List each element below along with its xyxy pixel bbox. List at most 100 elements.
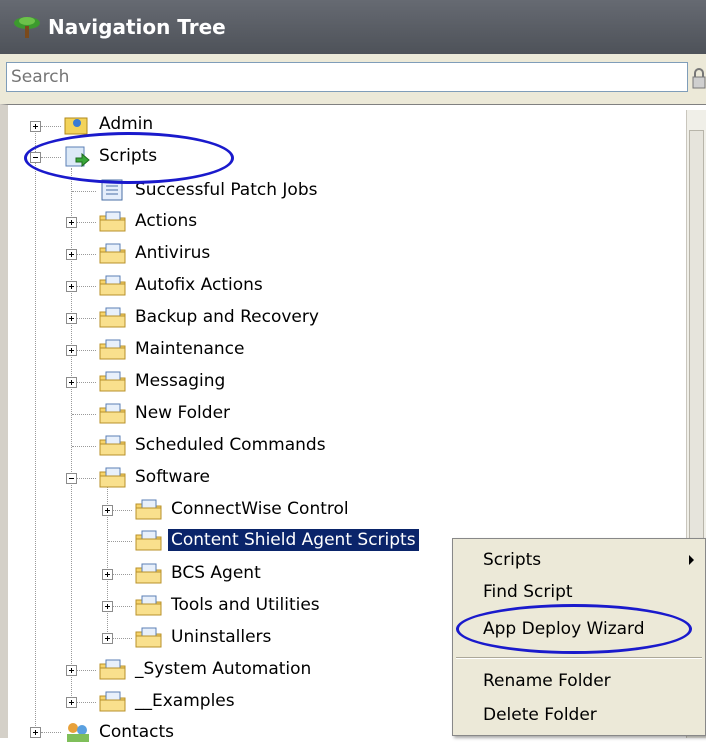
tree-line xyxy=(77,318,96,319)
tree-item-label: __Examples xyxy=(135,691,235,711)
tree-item-label: Maintenance xyxy=(135,339,245,359)
tree-item-successful-patch-jobs[interactable]: Successful Patch Jobs xyxy=(98,176,320,204)
expand-toggle[interactable] xyxy=(66,249,77,260)
tree-item-label: Backup and Recovery xyxy=(135,307,319,327)
folder-icon xyxy=(99,339,126,360)
tree-line xyxy=(108,541,132,542)
tree-line xyxy=(72,446,96,447)
tree-item-bcs-agent[interactable]: BCS Agent xyxy=(134,559,264,587)
folder-icon xyxy=(135,563,162,584)
tree-item-examples[interactable]: __Examples xyxy=(98,687,238,715)
tree-item-label: Admin xyxy=(99,114,154,134)
tree-item-label: Tools and Utilities xyxy=(171,595,320,615)
tree-icon xyxy=(14,17,40,38)
tree-item-system-automation[interactable]: _System Automation xyxy=(98,655,314,683)
tree-line xyxy=(77,702,96,703)
tree-item-actions[interactable]: Actions xyxy=(98,207,200,235)
expand-toggle[interactable] xyxy=(102,505,113,516)
collapse-toggle[interactable] xyxy=(66,473,77,484)
expand-toggle[interactable] xyxy=(66,345,77,356)
tree-line xyxy=(77,478,96,479)
tree-line xyxy=(113,638,132,639)
tree-item-label: Antivirus xyxy=(135,243,211,263)
tree-line xyxy=(35,126,36,738)
menu-item-find-script[interactable]: Find Script xyxy=(454,577,704,607)
expand-toggle[interactable] xyxy=(66,217,77,228)
tree-line xyxy=(113,606,132,607)
tree-item-label: Successful Patch Jobs xyxy=(135,180,318,200)
expand-toggle[interactable] xyxy=(102,601,113,612)
menu-item-rename-folder[interactable]: Rename Folder xyxy=(454,666,704,696)
folder-icon xyxy=(99,435,126,456)
tree-item-new-folder[interactable]: New Folder xyxy=(98,399,233,427)
tree-line xyxy=(77,222,96,223)
folder-icon xyxy=(99,691,126,712)
tree-item-contacts[interactable]: Contacts xyxy=(62,718,177,746)
folder-icon xyxy=(99,275,126,296)
folder-icon xyxy=(99,467,126,488)
scrollbar-thumb[interactable] xyxy=(689,130,704,600)
menu-separator xyxy=(456,657,702,659)
tree-item-content-shield-agent-scripts[interactable]: Content Shield Agent Scripts xyxy=(134,526,419,554)
collapse-toggle[interactable] xyxy=(30,152,41,163)
tree-item-scripts[interactable]: Scripts xyxy=(62,142,160,170)
tree-line xyxy=(113,574,132,575)
tree-item-uninstallers[interactable]: Uninstallers xyxy=(134,623,274,651)
tree-item-label: New Folder xyxy=(135,403,231,423)
tree-item-label: BCS Agent xyxy=(171,563,261,583)
tree-item-messaging[interactable]: Messaging xyxy=(98,367,228,395)
tree-item-scheduled-commands[interactable]: Scheduled Commands xyxy=(98,431,329,459)
context-menu: Scripts Find Script App Deploy Wizard Re… xyxy=(452,538,706,736)
tree-line xyxy=(77,286,96,287)
expand-toggle[interactable] xyxy=(30,121,41,132)
search-input[interactable] xyxy=(6,62,688,92)
tree-item-tools-and-utilities[interactable]: Tools and Utilities xyxy=(134,591,323,619)
tree-line xyxy=(77,254,96,255)
folder-icon xyxy=(135,627,162,648)
menu-item-delete-folder[interactable]: Delete Folder xyxy=(454,700,704,730)
tree-item-autofix-actions[interactable]: Autofix Actions xyxy=(98,271,266,299)
expand-toggle[interactable] xyxy=(102,633,113,644)
expand-toggle[interactable] xyxy=(66,281,77,292)
menu-item-app-deploy-wizard[interactable]: App Deploy Wizard xyxy=(454,614,704,644)
folder-icon xyxy=(99,307,126,328)
tree-item-backup-and-recovery[interactable]: Backup and Recovery xyxy=(98,303,322,331)
panel-title: Navigation Tree xyxy=(48,15,226,39)
search-bar xyxy=(0,54,706,104)
tree-item-label: Actions xyxy=(135,211,198,231)
tree-line xyxy=(77,670,96,671)
tree-item-label: Contacts xyxy=(99,722,174,742)
scripts-icon xyxy=(65,146,90,168)
tree-item-label: Messaging xyxy=(135,371,226,391)
tree-line xyxy=(41,157,61,158)
report-icon xyxy=(101,179,123,201)
expand-toggle[interactable] xyxy=(66,665,77,676)
tree-item-admin[interactable]: Admin xyxy=(62,110,156,138)
tree-line xyxy=(72,191,96,192)
tree-line xyxy=(41,732,61,733)
folder-icon xyxy=(99,243,126,264)
folder-icon xyxy=(135,499,162,520)
expand-toggle[interactable] xyxy=(30,727,41,738)
tree-item-label: Autofix Actions xyxy=(135,275,263,295)
expand-toggle[interactable] xyxy=(66,313,77,324)
tree-line xyxy=(72,414,96,415)
tree-item-maintenance[interactable]: Maintenance xyxy=(98,335,247,363)
expand-toggle[interactable] xyxy=(66,697,77,708)
expand-toggle[interactable] xyxy=(102,569,113,580)
expand-toggle[interactable] xyxy=(66,377,77,388)
tree-item-software[interactable]: Software xyxy=(98,463,213,491)
lock-icon[interactable] xyxy=(692,68,706,90)
folder-icon xyxy=(99,211,126,232)
menu-item-scripts[interactable]: Scripts xyxy=(454,545,704,575)
tree-item-label: Content Shield Agent Scripts xyxy=(168,529,419,551)
tree-line xyxy=(113,510,132,511)
tree-line xyxy=(77,382,96,383)
submenu-arrow-icon xyxy=(689,555,694,565)
tree-item-label: Scripts xyxy=(99,146,158,166)
tree-item-label: Uninstallers xyxy=(171,627,272,647)
menu-item-label: Rename Folder xyxy=(483,671,611,691)
tree-item-connectwise-control[interactable]: ConnectWise Control xyxy=(134,495,352,523)
tree-item-antivirus[interactable]: Antivirus xyxy=(98,239,213,267)
tree-line xyxy=(77,350,96,351)
